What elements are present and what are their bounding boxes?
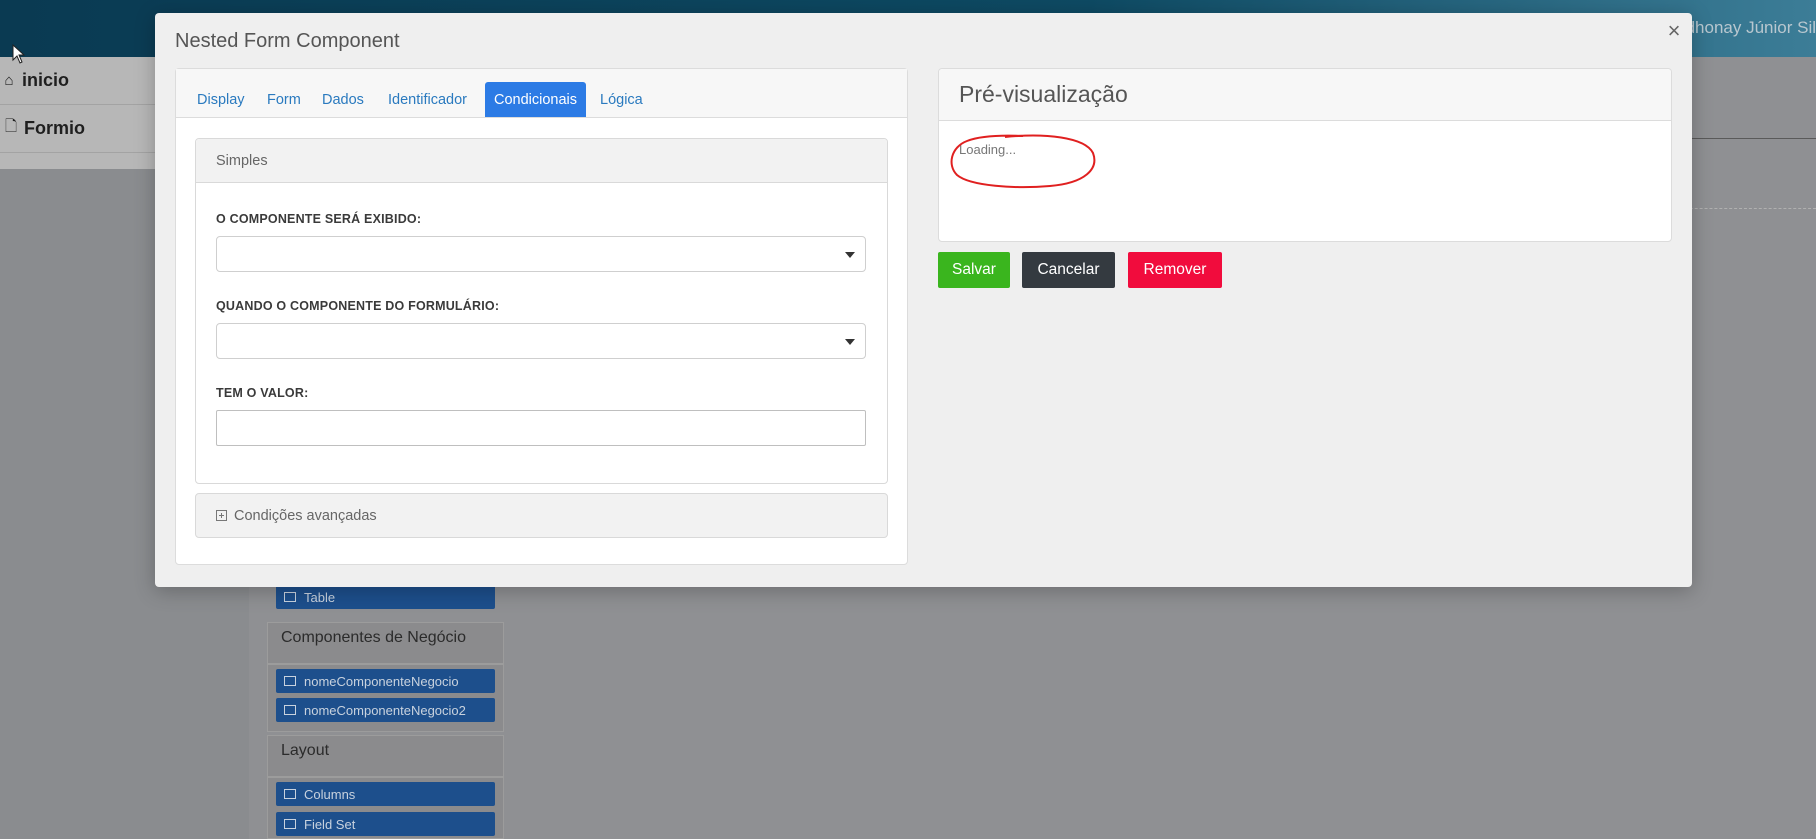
tab-form[interactable]: Form (258, 82, 310, 117)
tab-logica[interactable]: Lógica (591, 82, 652, 117)
cancel-button[interactable]: Cancelar (1022, 252, 1115, 288)
builder-component-label: Columns (304, 786, 356, 802)
settings-tabs: Display Form Dados Identificador Condici… (176, 69, 907, 118)
advanced-conditions-panel[interactable]: Condições avançadas (195, 493, 888, 538)
settings-panel: Display Form Dados Identificador Condici… (175, 68, 908, 565)
show-select[interactable] (216, 236, 866, 272)
component-settings-modal: Nested Form Component × Display Form Dad… (155, 13, 1692, 587)
sidebar-item-label: inicio (22, 70, 70, 90)
red-circle-annotation (950, 134, 1096, 189)
close-icon[interactable]: × (1664, 20, 1684, 42)
component-icon (284, 676, 296, 686)
preview-panel: Pré-visualização Loading... (938, 68, 1672, 242)
builder-component-label: nomeComponenteNegocio (304, 673, 459, 689)
component-icon (284, 705, 296, 715)
mouse-cursor-icon (12, 44, 26, 64)
caret-down-icon (845, 339, 855, 345)
preview-title: Pré-visualização (939, 69, 1671, 121)
tab-identificador[interactable]: Identificador (379, 82, 476, 117)
simple-conditional-panel: Simples O COMPONENTE SERÁ EXIBIDO: QUAND… (195, 138, 888, 484)
expand-icon (216, 510, 227, 521)
panel-title: Simples (196, 139, 887, 183)
when-field-label: QUANDO O COMPONENTE DO FORMULÁRIO: (216, 299, 500, 313)
when-select[interactable] (216, 323, 866, 359)
save-button[interactable]: Salvar (938, 252, 1010, 288)
table-icon (284, 592, 296, 602)
builder-component-negocio2[interactable]: nomeComponenteNegocio2 (276, 698, 495, 722)
builder-component-label: nomeComponenteNegocio2 (304, 702, 466, 718)
builder-component-negocio[interactable]: nomeComponenteNegocio (276, 669, 495, 693)
show-field-label: O COMPONENTE SERÁ EXIBIDO: (216, 212, 422, 226)
file-icon: 🗋 (4, 118, 18, 135)
panel-title: Condições avançadas (234, 507, 377, 524)
user-name[interactable]: dhonay Júnior Sil (1686, 18, 1816, 38)
remove-button[interactable]: Remover (1128, 252, 1222, 288)
builder-component-columns[interactable]: Columns (276, 782, 495, 806)
builder-component-label: Field Set (304, 816, 356, 832)
builder-component-label: Table (304, 589, 336, 605)
builder-group-title: Componentes de Negócio (281, 629, 467, 646)
home-icon: ⌂ (4, 72, 14, 89)
builder-component-fieldset[interactable]: Field Set (276, 812, 495, 836)
builder-group-title: Layout (281, 742, 330, 759)
tab-condicionais[interactable]: Condicionais (485, 82, 587, 117)
sidebar-item-label: Formio (24, 118, 85, 138)
value-input[interactable] (216, 410, 866, 446)
tab-display[interactable]: Display (188, 82, 254, 117)
builder-component-table[interactable]: Table (276, 585, 495, 609)
value-field-label: TEM O VALOR: (216, 386, 309, 400)
tab-dados[interactable]: Dados (313, 82, 373, 117)
caret-down-icon (845, 252, 855, 258)
modal-title: Nested Form Component (175, 30, 400, 52)
columns-icon (284, 789, 296, 799)
fieldset-icon (284, 819, 296, 829)
